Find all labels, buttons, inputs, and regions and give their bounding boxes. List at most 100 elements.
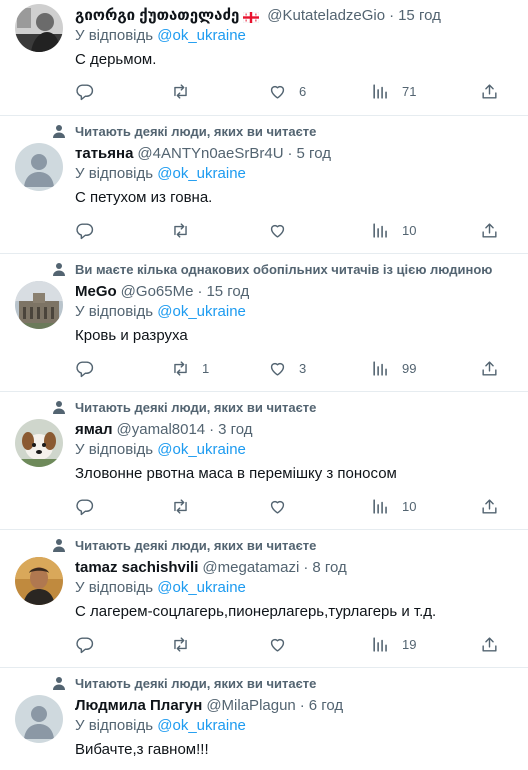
- views-icon: [373, 360, 387, 376]
- view-count: 10: [402, 222, 417, 238]
- views-button[interactable]: 10: [371, 495, 416, 517]
- separator-dot: ·: [303, 558, 309, 576]
- separator-dot: ·: [197, 282, 203, 300]
- replying-to: У відповідь @ok_ukraine: [75, 579, 246, 599]
- share-button[interactable]: [480, 633, 499, 655]
- retweet-icon: [174, 636, 187, 652]
- reply-icon: [76, 83, 94, 100]
- avatar[interactable]: [15, 143, 63, 191]
- tweet-header: გიორგი ქუთათელაძე @KutateladzeGio · 15 г…: [75, 5, 441, 25]
- like-button[interactable]: [268, 219, 299, 241]
- reply-button[interactable]: [75, 357, 106, 379]
- social-context: Читають деякі люди, яких ви читаєте: [52, 536, 316, 554]
- mention-link[interactable]: @ok_ukraine: [157, 441, 246, 458]
- separator-dot: ·: [209, 420, 215, 438]
- views-button[interactable]: 10: [371, 219, 416, 241]
- user-name[interactable]: ямал: [75, 421, 113, 438]
- like-button[interactable]: 3: [268, 357, 306, 379]
- like-icon: [270, 224, 285, 238]
- social-context-text: Читають деякі люди, яких ви читаєте: [75, 537, 317, 553]
- avatar[interactable]: [15, 557, 63, 605]
- views-icon: [373, 83, 387, 99]
- avatar[interactable]: [15, 281, 63, 329]
- replying-to-label: У відповідь: [75, 303, 154, 320]
- like-icon: [270, 638, 285, 652]
- tweet[interactable]: Читають деякі люди, яких ви читаєте tama…: [0, 530, 528, 668]
- reply-icon: [76, 360, 94, 377]
- tweet[interactable]: Читають деякі люди, яких ви читаєте ямал…: [0, 392, 528, 530]
- reply-feed: გიორგი ქუთათელაძე @KutateladzeGio · 15 г…: [0, 0, 528, 770]
- like-button[interactable]: [268, 495, 299, 517]
- user-name[interactable]: татьяна: [75, 145, 133, 162]
- user-name[interactable]: MeGo: [75, 283, 117, 300]
- like-button[interactable]: [268, 633, 299, 655]
- retweet-icon: [174, 498, 187, 514]
- tweet-header: татьяна @4ANTYn0aeSrBr4U · 5 год: [75, 143, 331, 163]
- share-icon: [482, 636, 497, 652]
- tweet-text: Зловонне рвотна маса в перемішку з понос…: [75, 465, 397, 482]
- views-icon: [373, 636, 387, 652]
- mention-link[interactable]: @ok_ukraine: [157, 165, 246, 182]
- mention-link[interactable]: @ok_ukraine: [157, 27, 246, 44]
- reply-button[interactable]: [75, 80, 106, 102]
- retweet-button[interactable]: [171, 495, 202, 517]
- views-icon: [373, 498, 387, 514]
- avatar[interactable]: [15, 4, 63, 52]
- mention-link[interactable]: @ok_ukraine: [157, 303, 246, 320]
- views-button[interactable]: 99: [371, 357, 416, 379]
- replying-to-label: У відповідь: [75, 579, 154, 596]
- share-button[interactable]: [480, 357, 499, 379]
- user-handle[interactable]: @KutateladzeGio: [267, 7, 385, 24]
- tweet[interactable]: Читають деякі люди, яких ви читаєте тать…: [0, 116, 528, 254]
- tweet-text: Вибачте,з гавном!!!: [75, 741, 209, 758]
- retweet-button[interactable]: [171, 80, 202, 102]
- share-button[interactable]: [480, 80, 499, 102]
- share-icon: [482, 222, 497, 238]
- timestamp[interactable]: 6 год: [309, 697, 343, 714]
- timestamp[interactable]: 3 год: [218, 421, 252, 438]
- replying-to: У відповідь @ok_ukraine: [75, 717, 246, 737]
- timestamp[interactable]: 5 год: [297, 145, 331, 162]
- views-button[interactable]: 19: [371, 633, 416, 655]
- reply-button[interactable]: [75, 495, 106, 517]
- tweet[interactable]: Читають деякі люди, яких ви читаєте Людм…: [0, 668, 528, 770]
- user-name[interactable]: გიორგი ქუთათელაძე: [75, 6, 239, 24]
- social-context-text: Ви маєте кілька однакових обопільних чит…: [75, 261, 493, 277]
- user-handle[interactable]: @Go65Me: [121, 283, 194, 300]
- tweet-header: ямал @yamal8014 · 3 год: [75, 419, 253, 439]
- mention-link[interactable]: @ok_ukraine: [157, 579, 246, 596]
- user-name[interactable]: tamaz sachishvili: [75, 559, 198, 576]
- user-handle[interactable]: @yamal8014: [117, 421, 206, 438]
- view-count: 10: [402, 498, 417, 514]
- reply-button[interactable]: [75, 219, 106, 241]
- share-button[interactable]: [480, 219, 499, 241]
- view-count: 99: [402, 360, 417, 376]
- retweet-button[interactable]: [171, 219, 202, 241]
- timestamp[interactable]: 15 год: [206, 283, 249, 300]
- user-name[interactable]: Людмила Плагун: [75, 697, 202, 714]
- timestamp[interactable]: 8 год: [312, 559, 346, 576]
- reply-button[interactable]: [75, 633, 106, 655]
- reply-icon: [76, 222, 94, 239]
- user-handle[interactable]: @4ANTYn0aeSrBr4U: [137, 145, 283, 162]
- retweet-icon: [174, 83, 187, 99]
- views-button[interactable]: 71: [371, 80, 416, 102]
- timestamp[interactable]: 15 год: [398, 7, 441, 24]
- retweet-button[interactable]: [171, 633, 202, 655]
- replying-to: У відповідь @ok_ukraine: [75, 303, 246, 323]
- social-context: Читають деякі люди, яких ви читаєте: [52, 122, 316, 140]
- user-handle[interactable]: @MilaPlagun: [206, 697, 295, 714]
- user-handle[interactable]: @megatamazi: [202, 559, 299, 576]
- mention-link[interactable]: @ok_ukraine: [157, 717, 246, 734]
- avatar[interactable]: [15, 695, 63, 743]
- tweet[interactable]: Ви маєте кілька однакових обопільних чит…: [0, 254, 528, 392]
- retweet-icon: [174, 360, 187, 376]
- like-icon: [270, 85, 285, 99]
- like-button[interactable]: 6: [268, 80, 306, 102]
- action-bar: 1 3 99: [75, 357, 505, 379]
- tweet[interactable]: გიორგი ქუთათელაძე @KutateladzeGio · 15 г…: [0, 0, 528, 116]
- avatar[interactable]: [15, 419, 63, 467]
- share-button[interactable]: [480, 495, 499, 517]
- retweet-button[interactable]: 1: [171, 357, 209, 379]
- share-icon: [482, 83, 497, 99]
